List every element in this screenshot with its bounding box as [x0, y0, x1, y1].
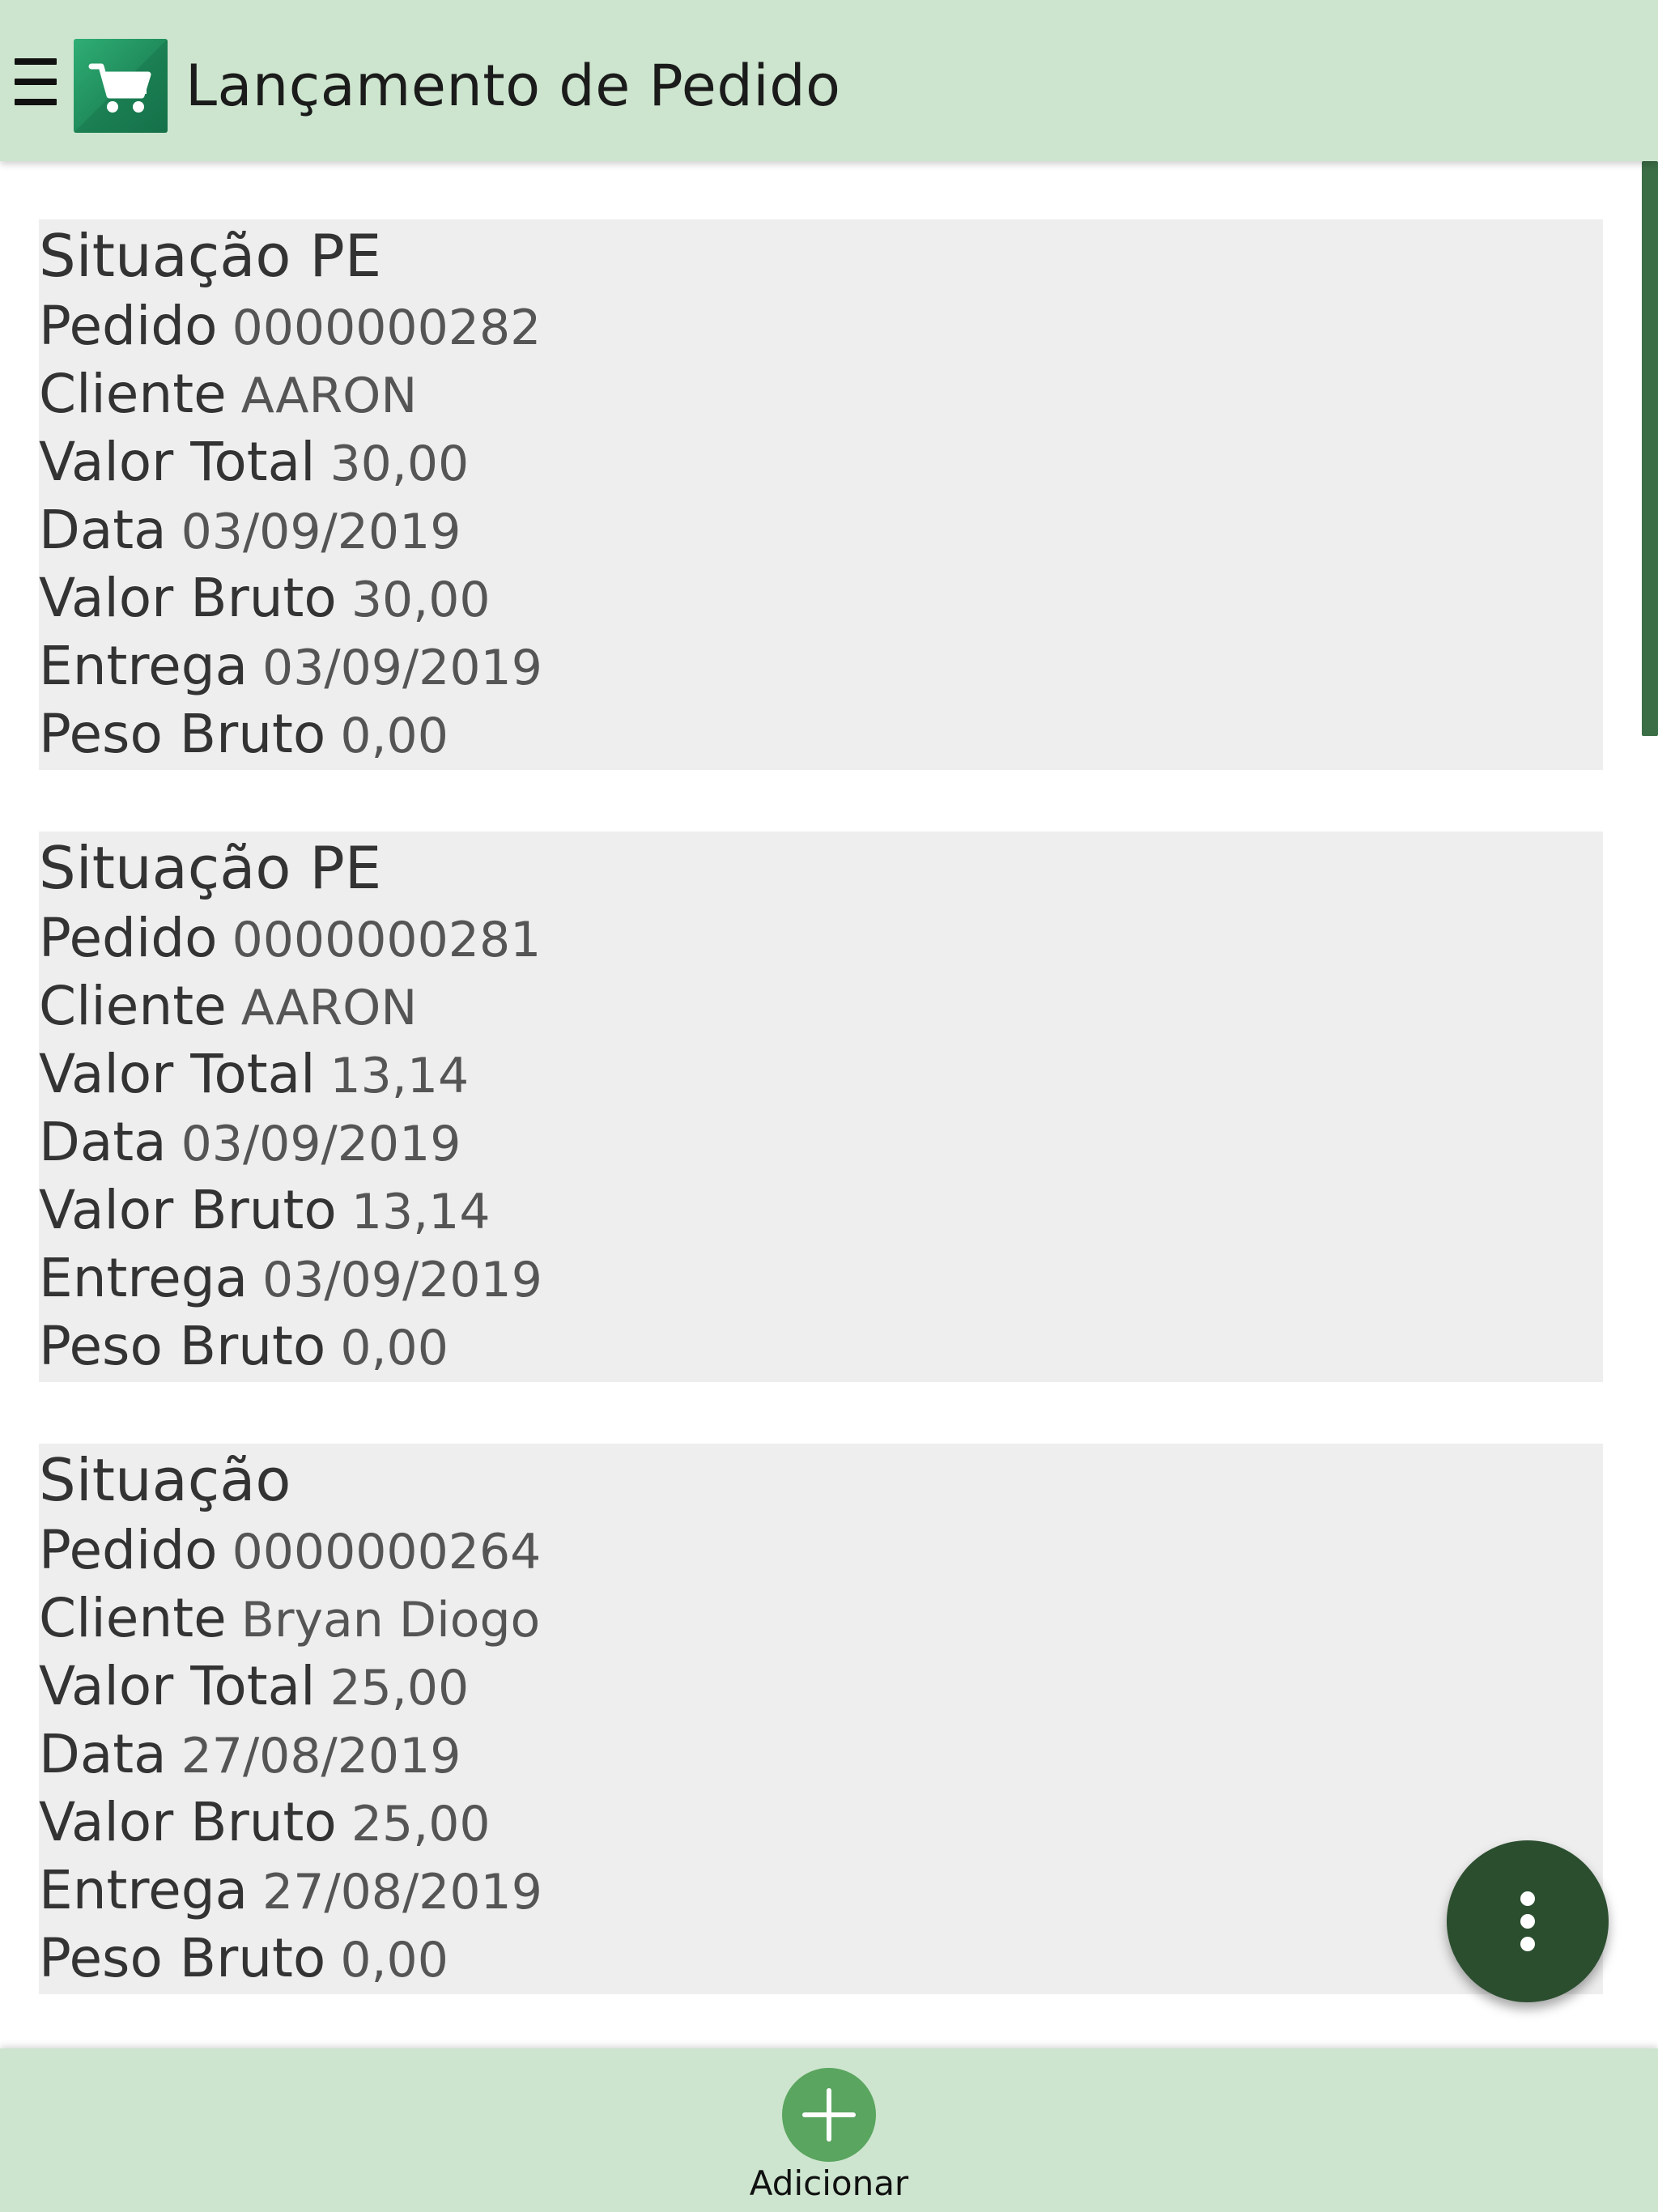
field-label: Valor Bruto: [39, 1791, 337, 1853]
field-label: Entrega: [39, 635, 249, 697]
date-row: Data 03/09/2019: [39, 496, 461, 564]
field-label: Entrega: [39, 1859, 249, 1921]
total-value: 25,00: [329, 1660, 470, 1716]
delivery-row: Entrega 27/08/2019: [39, 1857, 542, 1925]
date-row: Data 03/09/2019: [39, 1108, 461, 1176]
shopping-cart-icon: [74, 39, 168, 133]
orders-list[interactable]: Situação PE Pedido 0000000282 Cliente AARO…: [0, 161, 1658, 2048]
scrollbar-thumb[interactable]: [1642, 161, 1658, 736]
add-button-label: Adicionar: [749, 2163, 909, 2203]
field-label: Cliente: [39, 1587, 227, 1649]
field-label: Pedido: [39, 1519, 218, 1581]
field-label: Peso Bruto: [39, 1315, 326, 1377]
gross-weight-row: Peso Bruto 0,00: [39, 1925, 449, 1993]
add-order-button[interactable]: Adicionar: [746, 2068, 912, 2206]
app-screen: Lançamento de Pedido Situação PE Pedido 0…: [0, 0, 1658, 2212]
order-card[interactable]: Situação Pedido 0000000264 Cliente Bryan D…: [39, 1444, 1603, 1994]
order-number-row: Pedido 0000000282: [39, 292, 541, 360]
gross-weight-row: Peso Bruto 0,00: [39, 700, 449, 768]
client-row: Cliente Bryan Diogo: [39, 1585, 540, 1653]
field-label: Data: [39, 1111, 167, 1173]
gross-value: 25,00: [351, 1796, 491, 1853]
order-number: 0000000281: [232, 912, 542, 968]
field-label: Peso Bruto: [39, 1927, 326, 1989]
bottom-action-bar: Adicionar: [0, 2048, 1658, 2212]
top-app-bar: Lançamento de Pedido: [0, 0, 1658, 161]
total-value-row: Valor Total 25,00: [39, 1653, 469, 1721]
field-label: Cliente: [39, 363, 227, 425]
field-label: Cliente: [39, 975, 227, 1037]
order-card[interactable]: Situação PE Pedido 0000000282 Cliente AARO…: [39, 219, 1603, 770]
gross-value: 30,00: [351, 572, 491, 628]
client-name: AARON: [240, 980, 418, 1036]
field-label: Data: [39, 1723, 167, 1785]
field-label: Valor Total: [39, 1043, 316, 1105]
page-title: Lançamento de Pedido: [185, 53, 841, 119]
order-status: Situação PE: [39, 222, 382, 290]
plus-icon: [782, 2068, 876, 2162]
total-value: 13,14: [329, 1048, 470, 1104]
field-label: Valor Total: [39, 431, 316, 493]
client-name: Bryan Diogo: [240, 1592, 541, 1648]
order-number: 0000000282: [232, 300, 542, 356]
gross-weight: 0,00: [340, 1320, 449, 1376]
client-name: AARON: [240, 368, 418, 424]
order-date: 03/09/2019: [181, 504, 461, 560]
gross-value-row: Valor Bruto 13,14: [39, 1176, 491, 1244]
hamburger-menu-icon[interactable]: [15, 58, 57, 105]
field-label: Peso Bruto: [39, 703, 326, 765]
order-number-row: Pedido 0000000264: [39, 1516, 541, 1585]
client-row: Cliente AARON: [39, 360, 417, 428]
more-vertical-icon: [1520, 1891, 1535, 1951]
gross-weight-row: Peso Bruto 0,00: [39, 1312, 449, 1380]
date-row: Data 27/08/2019: [39, 1721, 461, 1789]
field-label: Pedido: [39, 907, 218, 969]
total-value-row: Valor Total 13,14: [39, 1040, 469, 1108]
field-label: Entrega: [39, 1247, 249, 1309]
order-status: Situação: [39, 1446, 291, 1514]
delivery-row: Entrega 03/09/2019: [39, 1244, 542, 1312]
field-label: Valor Bruto: [39, 567, 337, 629]
total-value: 30,00: [329, 436, 470, 492]
delivery-date: 27/08/2019: [262, 1864, 542, 1921]
order-card[interactable]: Situação PE Pedido 0000000281 Cliente AARO…: [39, 832, 1603, 1382]
more-options-button[interactable]: [1447, 1840, 1609, 2002]
gross-weight: 0,00: [340, 708, 449, 764]
field-label: Valor Bruto: [39, 1179, 337, 1241]
client-row: Cliente AARON: [39, 972, 417, 1040]
field-label: Data: [39, 499, 167, 561]
delivery-date: 03/09/2019: [262, 1252, 542, 1308]
field-label: Valor Total: [39, 1655, 316, 1717]
delivery-date: 03/09/2019: [262, 640, 542, 696]
order-number: 0000000264: [232, 1524, 542, 1580]
total-value-row: Valor Total 30,00: [39, 428, 469, 496]
order-date: 03/09/2019: [181, 1116, 461, 1172]
order-number-row: Pedido 0000000281: [39, 904, 541, 972]
gross-value-row: Valor Bruto 30,00: [39, 564, 491, 632]
gross-value-row: Valor Bruto 25,00: [39, 1789, 491, 1857]
gross-weight: 0,00: [340, 1932, 449, 1989]
delivery-row: Entrega 03/09/2019: [39, 632, 542, 700]
gross-value: 13,14: [351, 1184, 491, 1240]
order-status: Situação PE: [39, 834, 382, 902]
field-label: Pedido: [39, 295, 218, 357]
order-date: 27/08/2019: [181, 1728, 461, 1784]
